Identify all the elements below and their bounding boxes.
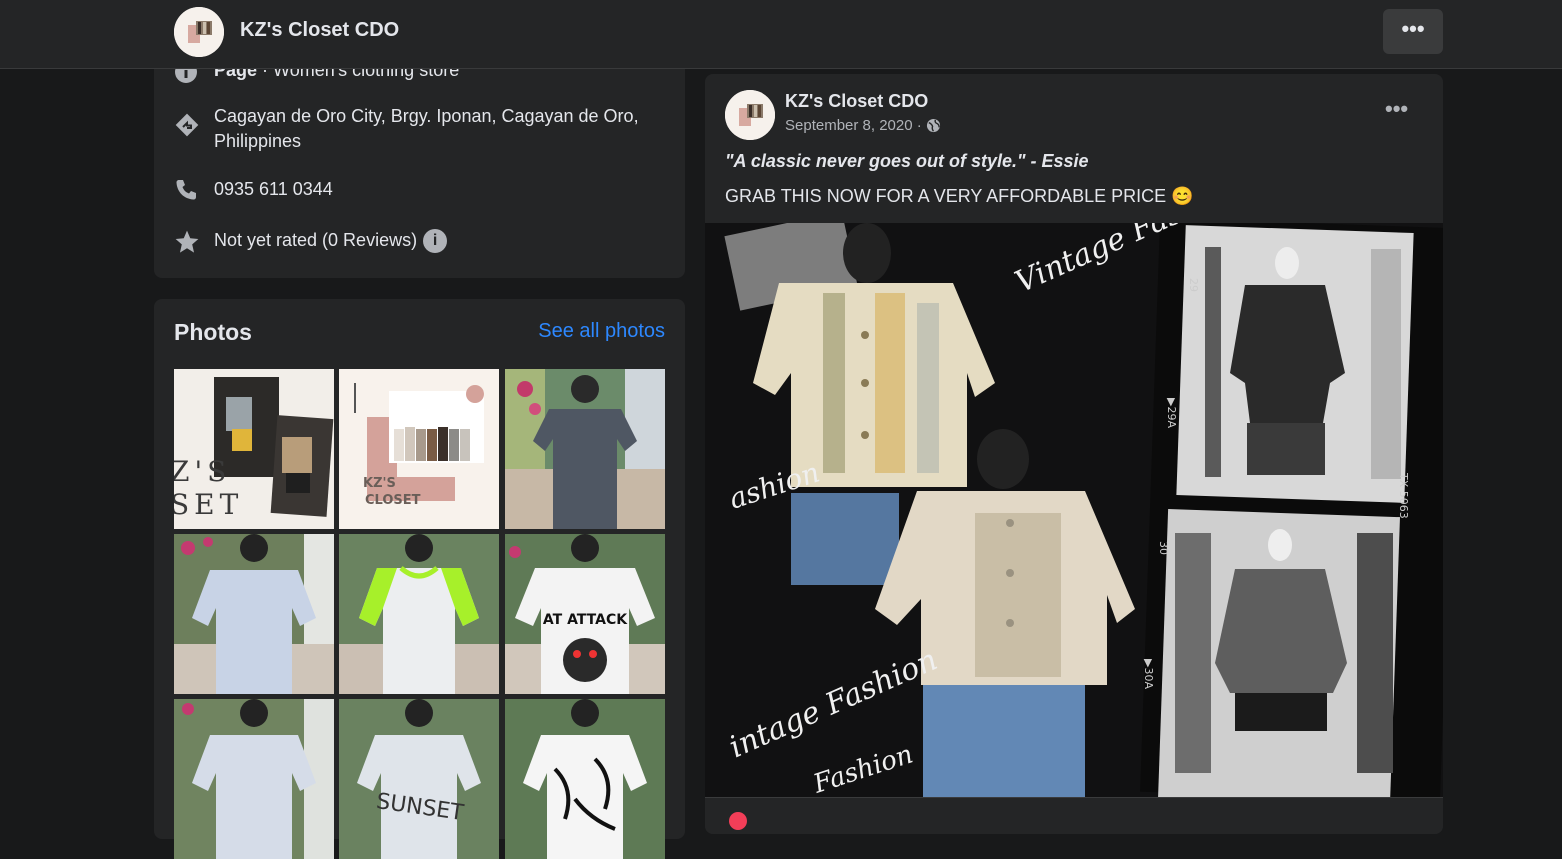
page-header-bar: KZ's Closet CDO ••• [0,0,1562,69]
post-image[interactable]: 29 ▶29A 30 ▶30A TX 5063 Vintage Fash ash… [705,223,1443,797]
globe-icon [926,118,941,137]
quote-suffix: ." - Essie [1011,151,1089,171]
intro-card: Page · Women's clothing store Cagayan de… [154,40,685,278]
rating-text: Not yet rated (0 Reviews) i [214,228,448,254]
svg-text:KZ'S: KZ'S [363,476,396,491]
more-options-button[interactable]: ••• [1383,9,1443,54]
page-title[interactable]: KZ's Closet CDO [240,19,399,42]
photo-thumbnail[interactable] [505,369,665,529]
film-number-29a: ▶29A [1165,398,1178,428]
post-author-avatar[interactable] [725,90,775,140]
see-all-photos-link[interactable]: See all photos [538,320,665,343]
post-body-text: GRAB THIS NOW FOR A VERY AFFORDABLE PRIC… [725,186,1194,206]
star-icon [174,229,199,253]
rating-info-icon[interactable]: i [423,229,448,254]
post-date: September 8, 2020 · [785,117,941,137]
photo-thumbnail[interactable]: SUNSET [339,699,499,859]
photo-thumbnail[interactable]: AT ATTACK [505,534,665,694]
post-timestamp[interactable]: September 8, 2020 · [785,117,926,134]
film-number-30a: ▶30A [1142,659,1155,689]
location-icon [174,112,199,137]
svg-text:Z'S: Z'S [174,455,231,488]
photo-thumbnail[interactable] [505,699,665,859]
photos-card: Photos See all photos Z'S SET KZ'S CLOSE… [154,299,685,859]
photo-thumbnail[interactable] [174,534,334,694]
svg-text:SET: SET [174,488,243,521]
post-options-button[interactable]: ••• [1385,96,1408,122]
svg-text:CLOSET: CLOSET [365,493,421,508]
post-quote: "A classic never goes out of style." - E… [725,151,1089,172]
quote-main: A classic never goes out of style [733,151,1012,171]
address-text[interactable]: Cagayan de Oro City, Brgy. Iponan, Cagay… [214,104,664,154]
phone-icon [174,178,198,202]
svg-text:AT ATTACK: AT ATTACK [543,612,628,628]
photos-heading: Photos [174,319,252,345]
post-author-name[interactable]: KZ's Closet CDO [785,91,928,112]
photo-thumbnail[interactable] [174,699,334,859]
photo-thumbnail[interactable]: Z'S SET [174,369,334,529]
film-code: TX 5063 [1397,472,1410,519]
phone-text[interactable]: 0935 611 0344 [214,177,333,202]
feed-post: KZ's Closet CDO September 8, 2020 · ••• … [705,74,1443,834]
reaction-icon [729,812,747,830]
film-number-30: 30 [1157,541,1170,555]
rating-label: Not yet rated (0 Reviews) [214,230,418,250]
photo-thumbnail[interactable]: KZ'S CLOSET [339,369,499,529]
quote-prefix: " [725,151,734,171]
photo-thumbnail[interactable] [339,534,499,694]
page-avatar[interactable] [174,7,224,57]
film-number-29: 29 [1187,278,1200,292]
